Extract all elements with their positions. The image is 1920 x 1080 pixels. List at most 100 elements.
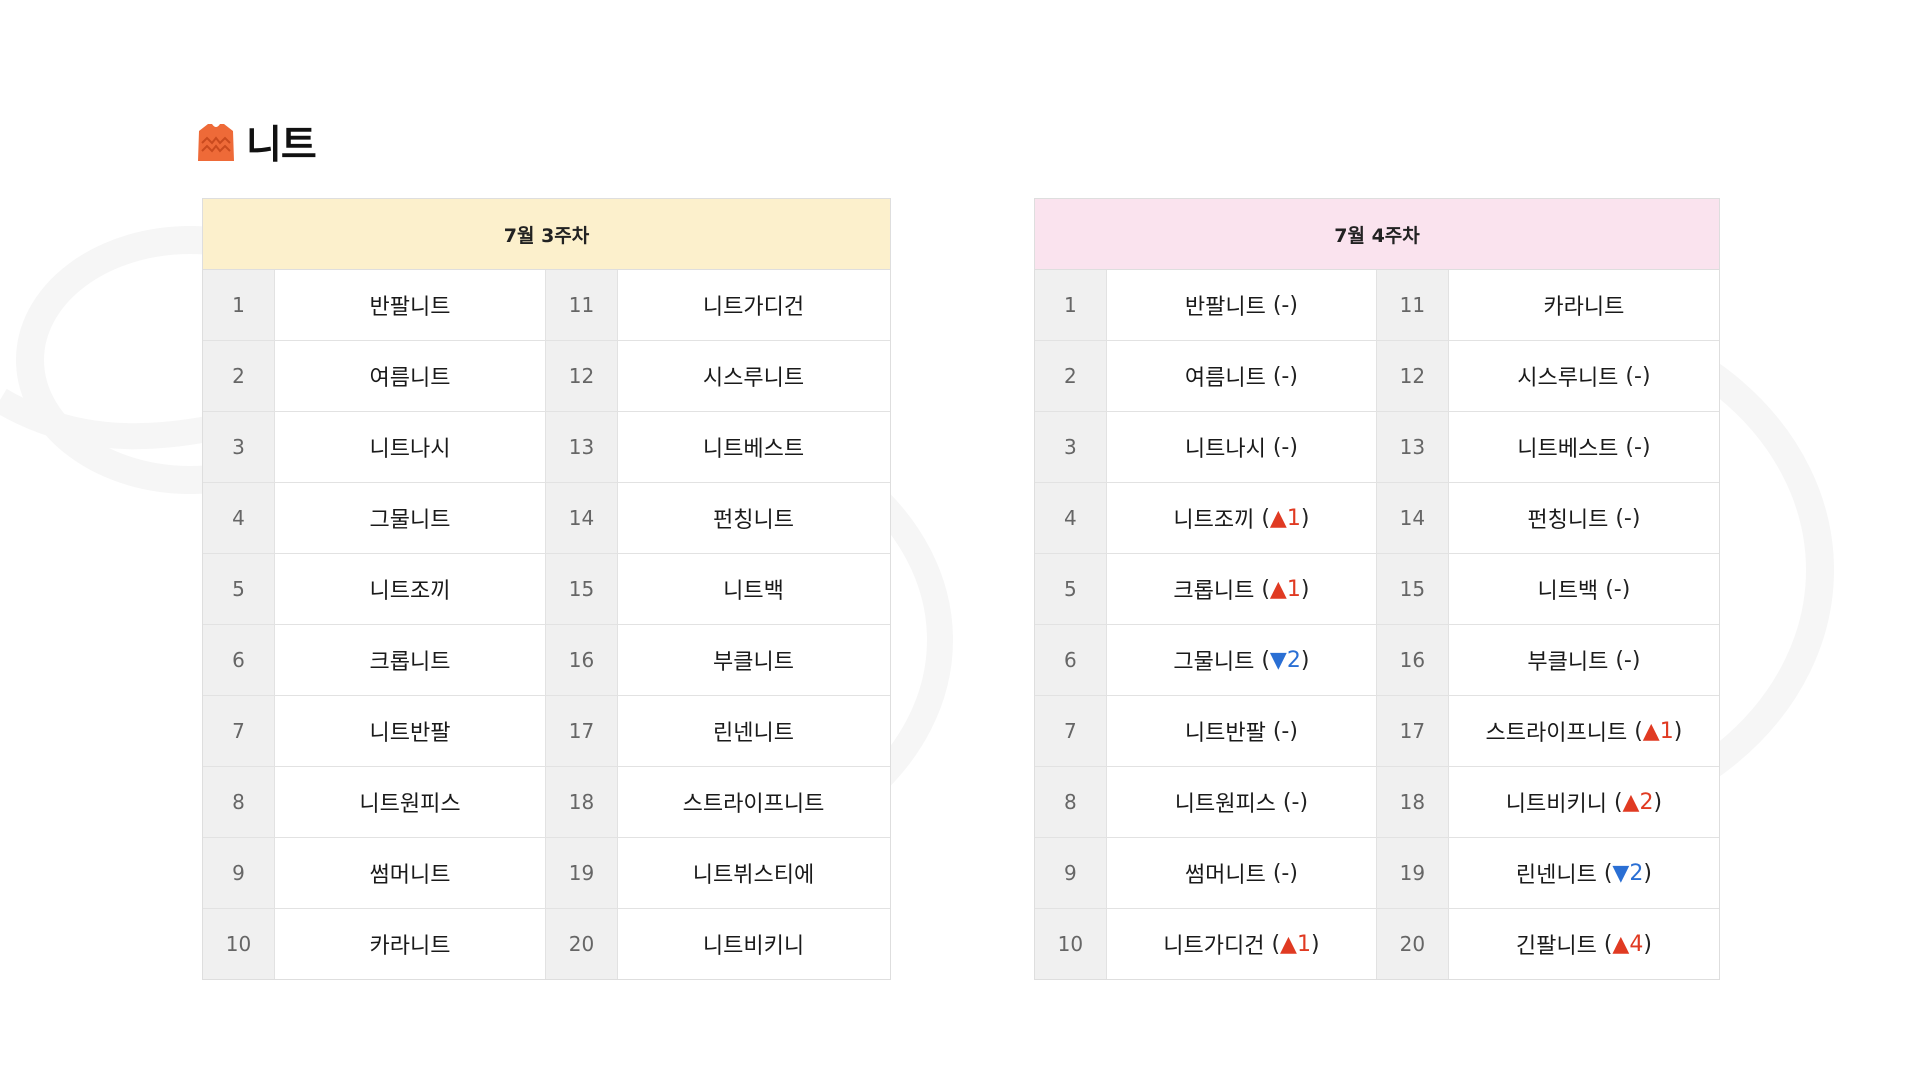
rank-cell: 13 [546,412,618,482]
item-name: 반팔니트 [1184,295,1266,320]
table-row: 10 카라니트 20 니트비키니 [203,909,890,979]
item-name: 니트가디건 [702,295,805,320]
rank-cell: 2 [1035,341,1107,411]
item-cell: 니트조끼 (▲1) [1107,483,1377,553]
table-row: 5 니트조끼 15 니트백 [203,554,890,625]
table-row: 8 니트원피스 (-) 18 니트비키니 (▲2) [1035,767,1719,838]
rank-change-value: - [1281,292,1290,318]
rank-change-value: - [1291,789,1300,815]
item-cell: 니트반팔 [275,696,546,766]
table-row: 5 크롭니트 (▲1) 15 니트백 (-) [1035,554,1719,625]
rank-cell: 6 [1035,625,1107,695]
rank-cell: 7 [203,696,275,766]
rank-change: (-) [1625,434,1651,460]
item-name: 린넨니트 [1515,863,1597,888]
rank-cell: 10 [203,909,275,979]
rank-cell: 8 [1035,767,1107,837]
item-cell: 크롭니트 [275,625,546,695]
rank-cell: 11 [1377,270,1449,340]
table-row: 4 니트조끼 (▲1) 14 펀칭니트 (-) [1035,483,1719,554]
item-cell: 니트가디건 [618,270,889,340]
rank-cell: 13 [1377,412,1449,482]
rank-cell: 8 [203,767,275,837]
item-cell: 니트반팔 (-) [1107,696,1377,766]
item-cell: 니트나시 (-) [1107,412,1377,482]
item-name: 펀칭니트 [713,508,794,533]
ranking-table-week2: 7월 4주차 1 반팔니트 (-) 11 카라니트 2 여름니트 (-) 12 시스루니트 (… [1034,198,1720,980]
item-cell: 펀칭니트 (-) [1449,483,1719,553]
rank-cell: 6 [203,625,275,695]
item-cell: 반팔니트 [275,270,546,340]
rank-change-value: - [1281,363,1290,389]
rank-change-value: - [1634,363,1642,389]
item-name: 니트뷔스티에 [692,863,815,888]
table-row: 2 여름니트 (-) 12 시스루니트 (-) [1035,341,1719,412]
rank-cell: 14 [546,483,618,553]
rank-change: (▲1) [1634,718,1683,744]
rank-cell: 14 [1377,483,1449,553]
rank-cell: 9 [1035,838,1107,908]
item-cell: 니트원피스 (-) [1107,767,1377,837]
rank-cell: 12 [1377,341,1449,411]
table-row: 4 그물니트 14 펀칭니트 [203,483,890,554]
item-cell: 니트백 (-) [1449,554,1719,624]
item-name: 시스루니트 [702,366,805,391]
item-name: 스트라이프니트 [682,792,825,817]
rank-change-value: - [1634,434,1642,460]
item-name: 그물니트 [369,508,451,533]
table-row: 9 썸머니트 19 니트뷔스티에 [203,838,890,909]
item-name: 니트반팔 [369,721,451,746]
table-row: 6 크롭니트 16 부클니트 [203,625,890,696]
sweater-icon [198,124,234,161]
rank-cell: 17 [546,696,618,766]
item-cell: 니트베스트 (-) [1449,412,1719,482]
rank-change: (▲1) [1261,505,1310,531]
item-name: 반팔니트 [369,295,451,320]
item-cell: 니트나시 [275,412,546,482]
rank-change: (-) [1615,647,1641,673]
table-header: 7월 4주차 [1035,199,1719,270]
rank-cell: 7 [1035,696,1107,766]
rank-change: (▲2) [1613,789,1663,815]
item-name: 그물니트 [1173,650,1255,675]
item-name: 썸머니트 [369,863,451,888]
rank-cell: 16 [546,625,618,695]
item-cell: 니트조끼 [275,554,546,624]
item-name: 니트베스트 [1517,437,1619,462]
table-row: 10 니트가디건 (▲1) 20 긴팔니트 (▲4) [1035,909,1719,979]
item-name: 부클니트 [713,650,794,675]
rank-cell: 15 [546,554,618,624]
rank-change-value: - [1623,647,1632,673]
rank-change: (-) [1272,292,1298,318]
rank-change-value: - [1281,860,1290,886]
item-name: 니트나시 [1184,437,1266,462]
item-name: 썸머니트 [1184,863,1266,888]
item-cell: 니트원피스 [275,767,546,837]
rank-cell: 3 [1035,412,1107,482]
item-name: 니트비키니 [702,934,805,959]
item-cell: 니트백 [618,554,889,624]
item-cell: 썸머니트 (-) [1107,838,1377,908]
item-cell: 카라니트 [275,909,546,979]
table-header: 7월 3주차 [203,199,890,270]
rank-cell: 20 [546,909,618,979]
rank-change-value: ▲4 [1612,931,1644,957]
rank-cell: 17 [1377,696,1449,766]
item-name: 부클니트 [1527,650,1609,675]
item-cell: 크롭니트 (▲1) [1107,554,1377,624]
item-name: 카라니트 [1543,295,1625,320]
rank-cell: 19 [1377,838,1449,908]
table-row: 3 니트나시 13 니트베스트 [203,412,890,483]
rank-cell: 9 [203,838,275,908]
rank-change-value: ▲1 [1280,931,1311,957]
rank-cell: 5 [203,554,275,624]
rank-change: (▼2) [1261,647,1310,673]
rank-change-value: ▼2 [1612,860,1644,886]
ranking-table-week1: 7월 3주차 1 반팔니트 11 니트가디건 2 여름니트 12 시스루니트 3 니트나시 13 니트… [202,198,891,980]
item-cell: 긴팔니트 (▲4) [1449,909,1719,979]
table-row: 3 니트나시 (-) 13 니트베스트 (-) [1035,412,1719,483]
rank-cell: 18 [1377,767,1449,837]
item-cell: 시스루니트 (-) [1449,341,1719,411]
item-cell: 린넨니트 (▼2) [1449,838,1719,908]
rank-cell: 4 [203,483,275,553]
